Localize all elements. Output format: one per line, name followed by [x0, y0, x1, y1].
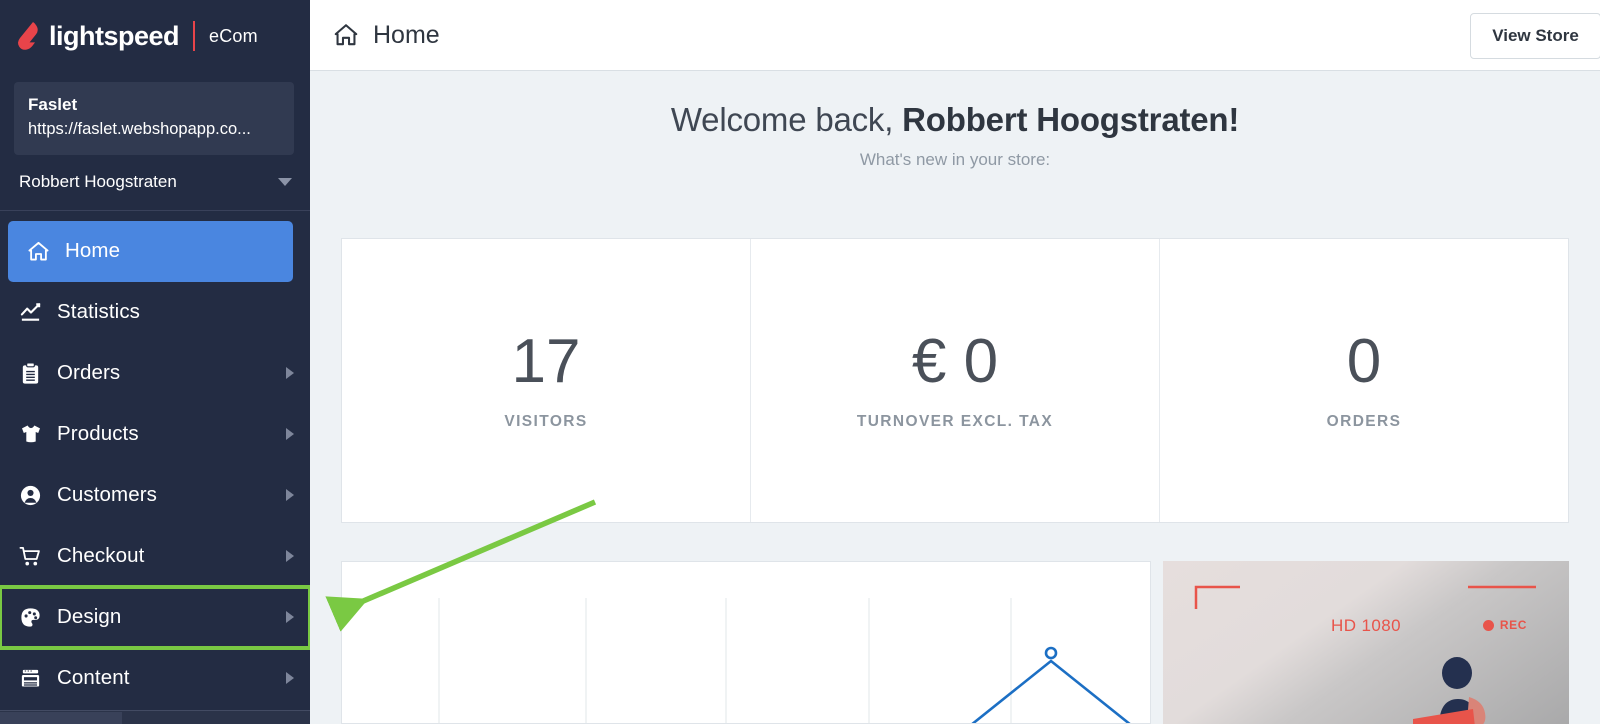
shop-name: Faslet — [28, 95, 78, 114]
sidebar-item-label: Home — [65, 239, 121, 263]
pages-icon — [19, 667, 49, 690]
sidebar-item-home[interactable]: Home — [8, 220, 293, 282]
view-store-button[interactable]: View Store — [1470, 13, 1600, 59]
stat-card: 0 ORDERS — [1159, 239, 1568, 522]
tshirt-icon — [19, 422, 49, 446]
page-title: Home — [373, 20, 440, 49]
brand-product-name: eCom — [209, 25, 258, 46]
sidebar-item-design[interactable]: Design — [0, 584, 310, 650]
sidebar-item-label: Content — [57, 666, 130, 690]
chart-line-visitors — [971, 659, 1131, 723]
chevron-right-icon — [286, 611, 294, 624]
recording-indicator: REC — [1482, 618, 1527, 632]
home-icon — [27, 240, 57, 263]
user-name: Robbert Hoogstraten — [19, 172, 177, 192]
scrollbar-thumb[interactable] — [0, 712, 122, 724]
visitors-chart-card[interactable] — [341, 561, 1151, 724]
welcome-prefix: Welcome back, — [670, 101, 903, 138]
chevron-right-icon — [286, 489, 294, 502]
shop-selector[interactable]: Faslet https://faslet.webshopapp.co... — [14, 82, 294, 155]
line-chart — [438, 598, 1131, 723]
shop-url: https://faslet.webshopapp.co... — [28, 119, 251, 138]
lightspeed-flame-icon — [18, 22, 38, 50]
video-promo-card[interactable]: HD 1080 REC — [1163, 561, 1569, 724]
brand-divider — [193, 21, 196, 51]
stat-label: ORDERS — [1326, 412, 1402, 430]
sidebar-item-customers[interactable]: Customers — [0, 465, 310, 526]
sidebar-item-label: Checkout — [57, 544, 145, 568]
welcome-heading: Welcome back, Robbert Hoogstraten! — [310, 101, 1600, 139]
user-menu[interactable]: Robbert Hoogstraten — [0, 155, 310, 211]
stat-label: TURNOVER EXCL. TAX — [856, 412, 1054, 430]
sidebar-item-checkout[interactable]: Checkout — [0, 526, 310, 587]
rec-label: REC — [1499, 618, 1527, 632]
screen: lightspeed eCom Faslet https://faslet.we… — [0, 0, 1600, 724]
sidebar-item-statistics[interactable]: Statistics — [0, 282, 310, 343]
sidebar-item-content[interactable]: Content — [0, 648, 310, 709]
welcome-subtitle: What's new in your store: — [859, 150, 1051, 169]
top-bar: Home View Store — [310, 0, 1600, 71]
user-circle-icon — [19, 484, 49, 507]
welcome-user-name: Robbert Hoogstraten! — [902, 101, 1240, 138]
sidebar-item-label: Design — [57, 605, 122, 629]
chart-line-icon — [19, 301, 49, 324]
stat-value: € 0 — [911, 326, 999, 396]
stat-card: € 0 TURNOVER EXCL. TAX — [750, 239, 1159, 522]
sidebar-item-products[interactable]: Products — [0, 404, 310, 465]
chart-point-marker[interactable] — [1044, 646, 1058, 660]
home-icon — [334, 24, 358, 46]
brand-header[interactable]: lightspeed eCom — [0, 0, 310, 72]
stat-label: VISITORS — [504, 412, 588, 430]
chevron-down-icon — [278, 178, 292, 187]
record-dot-icon — [1482, 619, 1494, 631]
sidebar-horizontal-scrollbar[interactable] — [0, 710, 310, 724]
chevron-right-icon — [286, 367, 294, 380]
chevron-right-icon — [286, 428, 294, 441]
stat-value: 17 — [511, 326, 581, 396]
sidebar-nav: Home Statistics Orders Products Customers Che… — [0, 211, 310, 709]
brand-wordmark: lightspeed — [49, 20, 180, 51]
chevron-right-icon — [286, 672, 294, 685]
clipboard-icon — [19, 361, 49, 385]
sidebar-item-label: Orders — [57, 361, 121, 385]
stat-card: 17 VISITORS — [342, 239, 750, 522]
stats-panel: 17 VISITORS € 0 TURNOVER EXCL. TAX 0 ORDERS — [341, 238, 1569, 523]
chevron-right-icon — [286, 550, 294, 563]
sidebar: lightspeed eCom Faslet https://faslet.we… — [0, 0, 310, 724]
sidebar-item-label: Products — [57, 422, 139, 446]
sidebar-item-label: Customers — [57, 483, 158, 507]
person-illustration-icon — [1413, 657, 1486, 724]
palette-icon — [19, 606, 49, 629]
sidebar-item-orders[interactable]: Orders — [0, 343, 310, 404]
main-content: Welcome back, Robbert Hoogstraten! What'… — [310, 71, 1600, 724]
sidebar-item-label: Statistics — [57, 300, 141, 324]
stat-value: 0 — [1346, 326, 1382, 396]
cart-icon — [19, 545, 49, 568]
